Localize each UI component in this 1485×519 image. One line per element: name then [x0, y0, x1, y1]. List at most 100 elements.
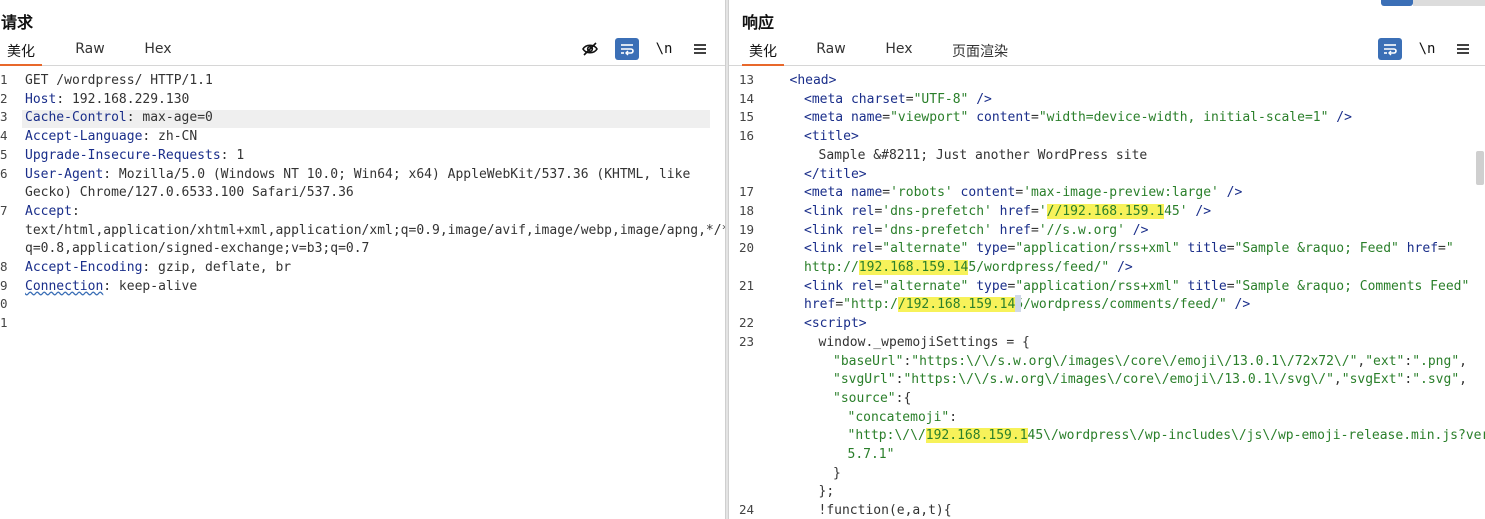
code-line: GET /wordpress/ HTTP/1.1: [25, 71, 213, 90]
code-token: Upgrade-Insecure-Requests: [25, 147, 221, 163]
code-token: "svgExt": [1341, 372, 1405, 388]
code-token: ,: [1459, 372, 1467, 388]
code-token: "http:\/\/: [847, 428, 926, 444]
response-tab-render[interactable]: 页面渲染: [947, 41, 1013, 66]
code-token: =: [905, 91, 914, 107]
code-token: "viewport": [890, 110, 969, 126]
code-token: text/html,application/xhtml+xml,applicat…: [25, 222, 725, 238]
code-line: <link rel='dns-prefetch' href='//192.168…: [804, 202, 1211, 221]
line-number: 7: [0, 202, 8, 218]
code-token: : zh-CN: [142, 129, 198, 145]
code-line: !function(e,a,t){: [819, 501, 952, 519]
code-token: : keep-alive: [103, 278, 198, 294]
code-token: "baseUrl": [833, 353, 904, 369]
code-token: "ext": [1365, 353, 1405, 369]
line-number: 4: [0, 128, 8, 144]
line-number: 2: [0, 90, 8, 106]
code-token: ,: [1459, 353, 1467, 369]
code-line: <head>: [790, 71, 837, 90]
code-token: : 192.168.229.130: [56, 91, 190, 107]
response-tabs: 美化 Raw Hex 页面渲染: [729, 38, 1485, 66]
code-line: <meta charset="UTF-8" />: [804, 90, 992, 109]
code-token: Gecko) Chrome/127.0.6533.100 Safari/537.…: [25, 185, 354, 201]
code-token: ".svg": [1412, 372, 1460, 388]
request-tab-pretty[interactable]: 美化: [0, 41, 42, 66]
code-line: http://192.168.159.145/wordpress/feed/" …: [804, 258, 1133, 277]
code-line: 5.7.1": [848, 445, 895, 464]
code-line: <title>: [804, 127, 859, 146]
request-tab-raw[interactable]: Raw: [72, 41, 108, 66]
code-token: title: [1179, 241, 1227, 257]
response-tab-raw[interactable]: Raw: [813, 41, 849, 66]
code-token: "width=device-width, initial-scale=1": [1038, 110, 1329, 126]
search-match: //192.168.159.1: [1046, 203, 1165, 219]
line-number: 6: [0, 165, 8, 181]
line-number: 19: [739, 221, 755, 237]
code-token: 45': [1164, 203, 1188, 219]
request-editor[interactable]: 1 GET /wordpress/ HTTP/1.1 2 Host: 192.168.…: [0, 68, 725, 519]
line-number: 1: [0, 72, 8, 87]
code-line: }: [833, 464, 841, 483]
line-number: 1: [0, 315, 8, 331]
text-cursor: [1015, 295, 1021, 313]
line-number: 16: [739, 128, 755, 144]
code-token: ".png": [1412, 353, 1460, 369]
response-pane: 响应 美化 Raw Hex 页面渲染 \n 13 <head> 14 <meta ch…: [729, 0, 1485, 519]
eye-off-icon[interactable]: [578, 38, 602, 60]
code-token: charset: [850, 91, 906, 107]
code-token: :: [949, 409, 958, 425]
code-line: "svgUrl":"https:\/\/s.w.org\/images\/cor…: [833, 370, 1467, 389]
line-number: 8: [0, 259, 8, 274]
code-token: />: [1124, 222, 1149, 238]
vertical-scrollbar[interactable]: [1476, 151, 1484, 185]
code-token: }: [833, 465, 841, 481]
code-token: name: [850, 110, 883, 126]
code-token: : gzip, deflate, br: [142, 260, 292, 275]
code-token: <title>: [804, 129, 859, 145]
newline-toggle-icon[interactable]: \n: [1415, 38, 1439, 60]
request-tab-hex[interactable]: Hex: [140, 41, 176, 66]
code-token: ,: [1333, 372, 1342, 388]
response-editor[interactable]: 13 <head> 14 <meta charset="UTF-8" /> 15 <met…: [729, 68, 1485, 519]
code-line: Accept-Encoding: gzip, deflate, br: [25, 258, 291, 277]
line-number: 0: [0, 296, 8, 312]
code-line: q=0.8,application/signed-exchange;v=b3;q…: [25, 239, 369, 258]
code-token: Cache-Control: [25, 110, 127, 126]
code-token: "Sample &raquo; Feed": [1234, 241, 1399, 257]
code-token: <meta: [804, 110, 851, 126]
code-line: <meta name='robots' content='max-image-p…: [804, 183, 1242, 202]
menu-icon[interactable]: [688, 38, 712, 60]
response-tab-pretty[interactable]: 美化: [742, 41, 784, 66]
code-line: <script>: [804, 314, 867, 333]
code-token: ': [1038, 203, 1047, 219]
line-number: 24: [739, 502, 755, 518]
code-token: =: [1015, 185, 1024, 201]
code-line: <meta name="viewport" content="width=dev…: [804, 108, 1352, 127]
code-token: </title>: [804, 166, 867, 182]
wrap-lines-icon[interactable]: [1378, 38, 1402, 60]
code-token: Accept-Language: [25, 129, 143, 145]
newline-toggle-icon[interactable]: \n: [652, 38, 676, 60]
code-token: 5.7.1": [847, 447, 895, 462]
code-token: 'dns-prefetch': [882, 203, 992, 219]
response-tab-hex[interactable]: Hex: [881, 41, 917, 66]
response-title: 响应: [742, 13, 775, 32]
code-token: "alternate": [882, 241, 969, 257]
code-token: };: [818, 484, 835, 500]
wrap-lines-icon[interactable]: [615, 38, 639, 60]
code-token: 45\/wordpress\/wp-includes\/js\/wp-emoji…: [1027, 428, 1485, 444]
code-token: href: [1398, 241, 1439, 257]
line-number: 23: [739, 333, 755, 349]
code-token: "alternate": [882, 278, 969, 294]
search-match: 192.168.159.1: [925, 428, 1028, 444]
menu-icon[interactable]: [1451, 38, 1475, 60]
code-token: />: [1109, 260, 1133, 275]
code-token: 'robots': [890, 185, 953, 201]
code-token: =: [882, 110, 891, 126]
code-token: !function(e,a,t){: [818, 503, 952, 519]
layout-toggle[interactable]: [1381, 0, 1485, 6]
code-token: href: [804, 297, 836, 313]
code-token: '//s.w.org': [1038, 222, 1125, 238]
code-token: Host: [25, 91, 57, 107]
code-token: content: [968, 110, 1032, 126]
